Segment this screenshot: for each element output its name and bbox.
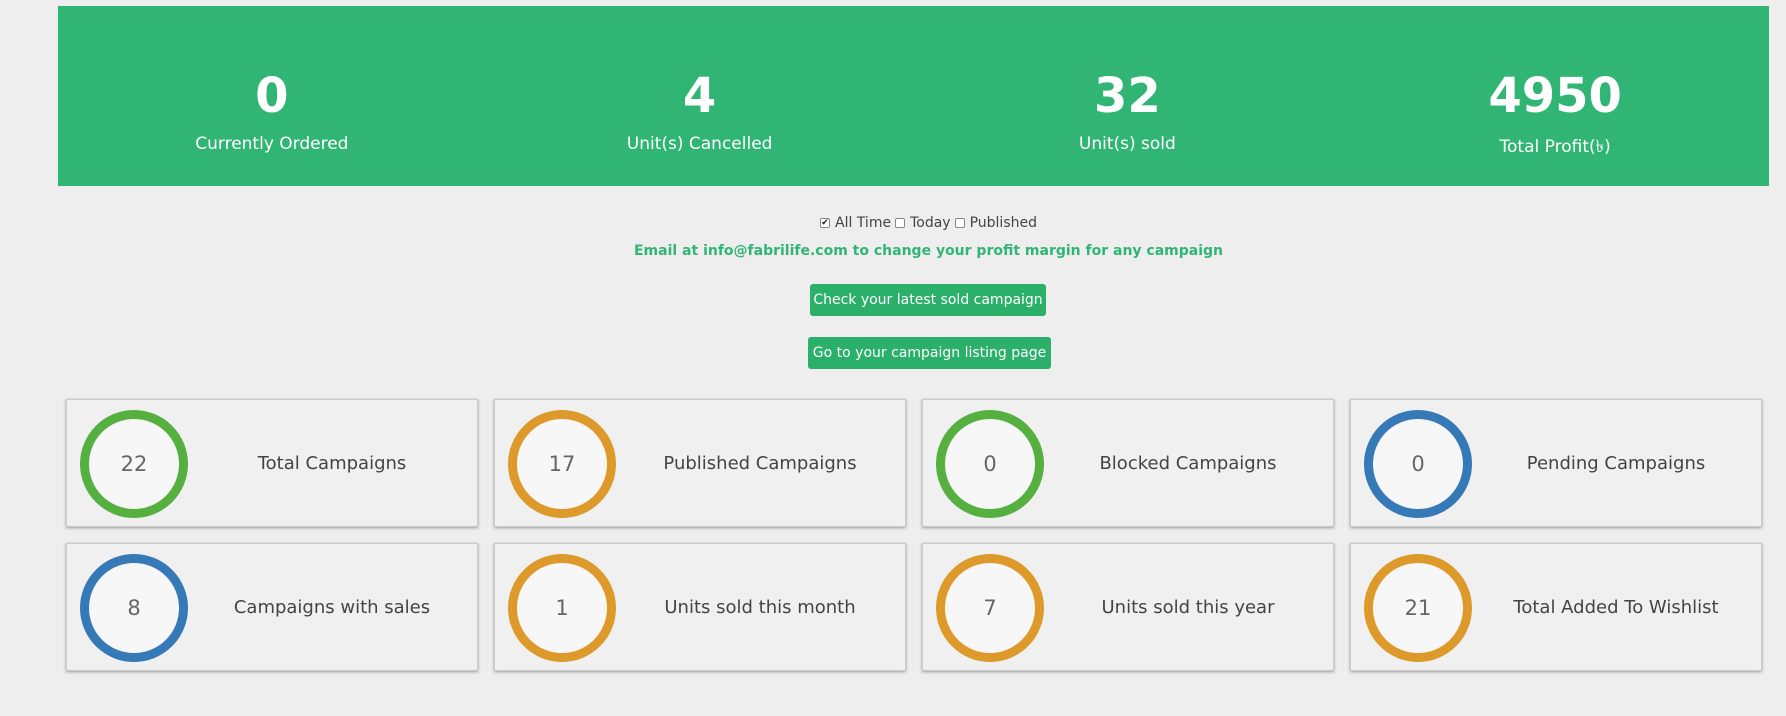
campaign-listing-button[interactable]: Go to your campaign listing page — [808, 337, 1051, 369]
filter-all-time[interactable]: ✔ All Time — [820, 215, 891, 231]
card-label: Blocked Campaigns — [1099, 452, 1277, 474]
card-published-campaigns: 17 Published Campaigns — [494, 399, 906, 527]
all-time-checkbox[interactable]: ✔ — [820, 218, 830, 228]
card-units-sold-year: 7 Units sold this year — [922, 543, 1334, 671]
card-label: Published Campaigns — [663, 452, 857, 474]
stat-label: Total Profit(৳) — [1499, 137, 1611, 157]
stat-label: Currently Ordered — [195, 134, 349, 154]
time-filters: ✔ All Time Today Published — [0, 215, 1786, 231]
stat-value: 32 — [1093, 68, 1161, 124]
card-pending-campaigns: 0 Pending Campaigns — [1350, 399, 1762, 527]
stat-value: 4 — [682, 68, 717, 124]
stat-total-profit: 4950 Total Profit(৳) — [1341, 6, 1769, 186]
stat-value: 4950 — [1488, 68, 1622, 124]
count-ring: 0 — [936, 410, 1044, 518]
count-ring: 0 — [1364, 410, 1472, 518]
stat-label: Unit(s) sold — [1078, 134, 1176, 154]
card-blocked-campaigns: 0 Blocked Campaigns — [922, 399, 1334, 527]
card-total-wishlist: 21 Total Added To Wishlist — [1350, 543, 1762, 671]
count-ring: 7 — [936, 554, 1044, 662]
filter-label: All Time — [835, 215, 892, 231]
card-label: Units sold this year — [1101, 596, 1275, 618]
today-checkbox[interactable] — [895, 218, 906, 228]
stat-currently-ordered: 0 Currently Ordered — [58, 6, 486, 186]
profit-margin-notice: Email at info@fabrilife.com to change yo… — [633, 243, 1224, 259]
campaign-stat-cards: 22 Total Campaigns 17 Published Campaign… — [66, 399, 1762, 671]
filter-label: Today — [910, 215, 951, 231]
stat-units-sold: 32 Unit(s) sold — [914, 6, 1342, 186]
count-ring: 17 — [508, 410, 616, 518]
card-units-sold-month: 1 Units sold this month — [494, 543, 906, 671]
count-ring: 1 — [508, 554, 616, 662]
card-total-campaigns: 22 Total Campaigns — [66, 399, 478, 527]
filter-label: Published — [969, 215, 1037, 231]
published-checkbox[interactable] — [954, 218, 965, 228]
stats-banner: 0 Currently Ordered 4 Unit(s) Cancelled … — [58, 6, 1769, 186]
latest-sold-campaign-button[interactable]: Check your latest sold campaign — [810, 284, 1046, 316]
filter-today[interactable]: Today — [895, 215, 951, 231]
stat-value: 0 — [255, 68, 289, 124]
card-label: Units sold this month — [664, 596, 856, 618]
filter-published[interactable]: Published — [954, 215, 1037, 231]
card-label: Pending Campaigns — [1526, 452, 1706, 474]
card-label: Total Campaigns — [257, 452, 407, 474]
count-ring: 21 — [1364, 554, 1472, 662]
card-label: Total Added To Wishlist — [1513, 596, 1719, 618]
stat-label: Unit(s) Cancelled — [626, 134, 773, 154]
stat-units-cancelled: 4 Unit(s) Cancelled — [486, 6, 914, 186]
card-campaigns-with-sales: 8 Campaigns with sales — [66, 543, 478, 671]
count-ring: 8 — [80, 554, 188, 662]
card-label: Campaigns with sales — [233, 596, 431, 618]
count-ring: 22 — [80, 410, 188, 518]
